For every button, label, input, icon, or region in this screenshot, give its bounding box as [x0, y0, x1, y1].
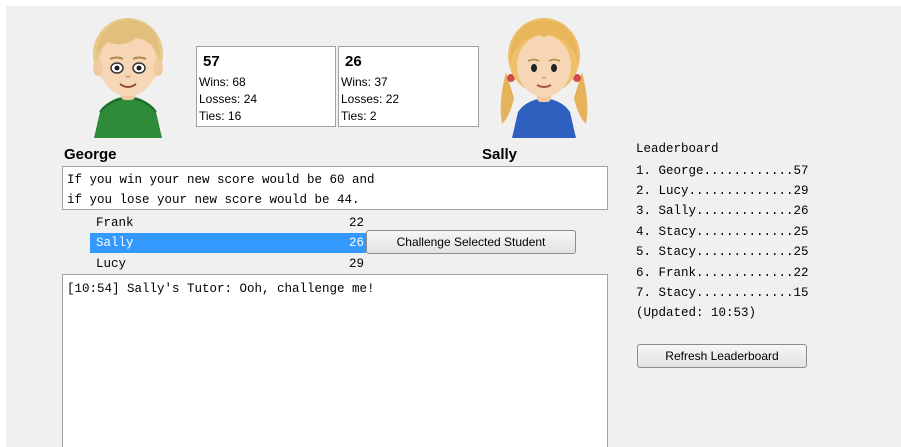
player-ties: Ties: 16	[199, 109, 242, 123]
opponent-name: Sally	[482, 146, 518, 163]
player-score: 57	[203, 53, 220, 70]
leaderboard-entry: 7. Stacy.............15	[636, 286, 809, 300]
player-score-box: 57 Wins: 68 Losses: 24 Ties: 16	[196, 46, 336, 127]
opponent-score: 26	[345, 53, 362, 70]
student-score: 22	[348, 216, 364, 230]
opponent-score-box: 26 Wins: 37 Losses: 22 Ties: 2	[338, 46, 479, 127]
outcome-message-line-1: If you win your new score would be 60 an…	[67, 173, 375, 187]
player-wins: Wins: 68	[199, 75, 246, 89]
boy-avatar-icon	[93, 18, 163, 138]
leaderboard-entry: 4. Stacy.............25	[636, 225, 809, 239]
leaderboard-title: Leaderboard	[636, 142, 719, 156]
chat-log[interactable]: [10:54] Sally's Tutor: Ooh, challenge me…	[62, 274, 608, 447]
student-name: Sally	[96, 236, 134, 250]
leaderboard-entry: 6. Frank.............22	[636, 266, 809, 280]
student-score: 26	[348, 236, 364, 250]
player-name: George	[64, 146, 117, 163]
student-name: Frank	[96, 216, 134, 230]
player-losses: Losses: 24	[199, 92, 258, 106]
student-list-item-selected[interactable]: Sally 26	[90, 233, 366, 253]
leaderboard-entry: 5. Stacy.............25	[636, 245, 809, 259]
student-name: Lucy	[96, 257, 127, 271]
opponent-ties: Ties: 2	[341, 109, 377, 123]
outcome-message-line-2: if you lose your new score would be 44.	[67, 193, 360, 207]
leaderboard-entry: 3. Sally.............26	[636, 204, 809, 218]
chat-message: [10:54] Sally's Tutor: Ooh, challenge me…	[67, 282, 375, 296]
student-list-item[interactable]: Lucy 29	[90, 254, 366, 274]
student-list-item[interactable]: Frank 22	[90, 213, 366, 233]
leaderboard-entry: 2. Lucy..............29	[636, 184, 809, 198]
student-score: 29	[348, 257, 364, 271]
girl-avatar-icon	[500, 18, 588, 138]
opponent-wins: Wins: 37	[341, 75, 388, 89]
challenge-selected-student-button[interactable]: Challenge Selected Student	[366, 230, 576, 254]
leaderboard-updated-time: (Updated: 10:53)	[636, 306, 757, 320]
outcome-message-box: If you win your new score would be 60 an…	[62, 166, 608, 210]
leaderboard-entry: 1. George............57	[636, 164, 809, 178]
refresh-leaderboard-button[interactable]: Refresh Leaderboard	[637, 344, 807, 368]
opponent-losses: Losses: 22	[341, 92, 400, 106]
